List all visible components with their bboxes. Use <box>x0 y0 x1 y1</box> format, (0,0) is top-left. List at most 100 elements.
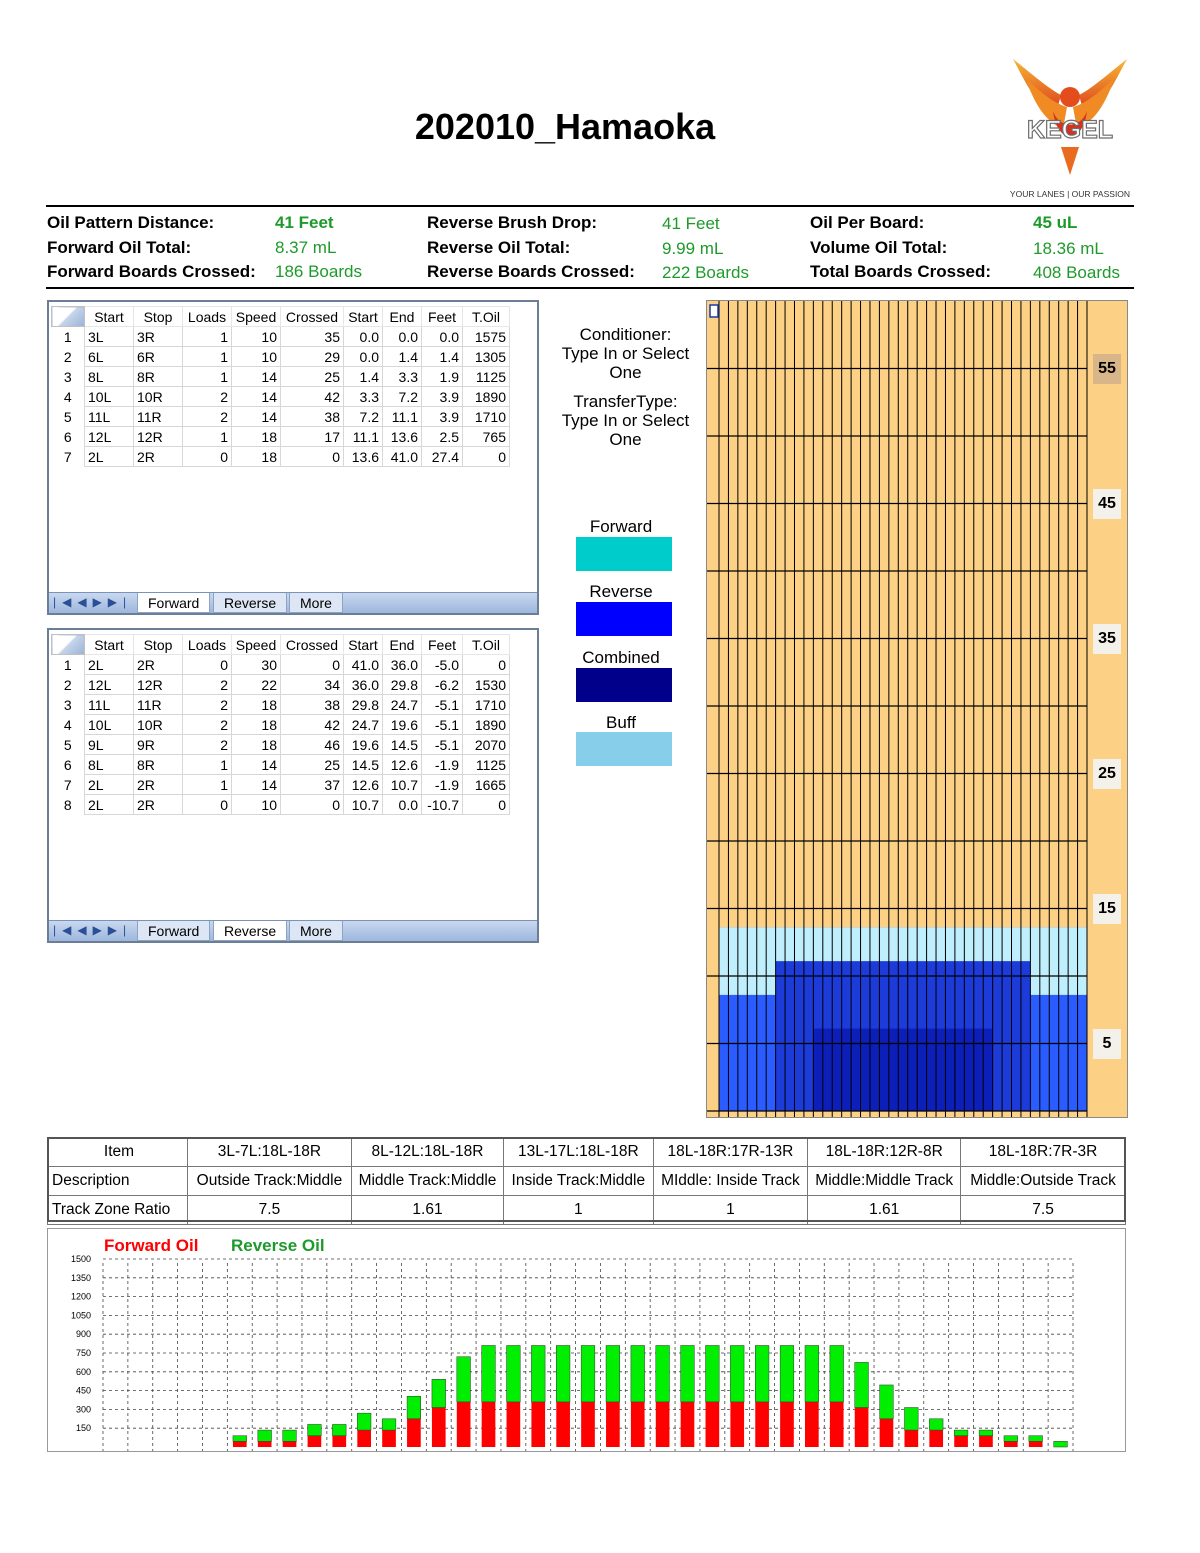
reverse-row[interactable]: 4 10L 10R 2 18 42 24.7 19.6 -5.1 1890 <box>51 714 510 735</box>
reverse-cell[interactable]: 0 <box>462 794 510 815</box>
forward-cell[interactable]: 3.9 <box>421 386 463 407</box>
forward-cell[interactable]: 11L <box>84 406 134 427</box>
reverse-cell[interactable]: -10.7 <box>421 794 463 815</box>
reverse-cell[interactable]: 2R <box>133 654 183 675</box>
reverse-cell[interactable]: 9R <box>133 734 183 755</box>
reverse-cell[interactable]: 14 <box>231 774 281 795</box>
forward-cell[interactable]: 2 <box>182 386 232 407</box>
reverse-cell[interactable]: 24.7 <box>343 714 383 735</box>
reverse-cell[interactable]: 10 <box>231 794 281 815</box>
forward-cell[interactable]: 11R <box>133 406 183 427</box>
reverse-cell[interactable]: 0 <box>462 654 510 675</box>
reverse-cell[interactable]: 0 <box>280 654 344 675</box>
reverse-cell[interactable]: 37 <box>280 774 344 795</box>
forward-cell[interactable]: 14 <box>231 386 281 407</box>
forward-cell[interactable]: 38 <box>280 406 344 427</box>
reverse-cell[interactable]: 29.8 <box>382 674 422 695</box>
forward-cell[interactable]: 2 <box>182 406 232 427</box>
sheet-nav-arrows-icon[interactable]: |◀◀▶▶| <box>53 595 132 609</box>
reverse-cell[interactable]: -1.9 <box>421 774 463 795</box>
forward-cell[interactable]: 10L <box>84 386 134 407</box>
reverse-cell[interactable]: 2L <box>84 654 134 675</box>
forward-cell[interactable]: 14 <box>231 366 281 387</box>
forward-cell[interactable]: 18 <box>231 446 281 467</box>
reverse-cell[interactable]: 29.8 <box>343 694 383 715</box>
row-number[interactable]: 4 <box>51 714 85 735</box>
reverse-cell[interactable]: 1 <box>182 774 232 795</box>
forward-cell[interactable]: 27.4 <box>421 446 463 467</box>
row-number[interactable]: 6 <box>51 426 85 447</box>
forward-cell[interactable]: 1.4 <box>382 346 422 367</box>
reverse-cell[interactable]: 25 <box>280 754 344 775</box>
reverse-cell[interactable]: 2L <box>84 774 134 795</box>
forward-cell[interactable]: 8R <box>133 366 183 387</box>
reverse-cell[interactable]: 30 <box>231 654 281 675</box>
reverse-cell[interactable]: 0 <box>182 794 232 815</box>
forward-row[interactable]: 1 3L 3R 1 10 35 0.0 0.0 0.0 1575 <box>51 326 510 347</box>
reverse-cell[interactable]: 0 <box>280 794 344 815</box>
forward-cell[interactable]: 3L <box>84 326 134 347</box>
forward-cell[interactable]: 3R <box>133 326 183 347</box>
forward-cell[interactable]: 1575 <box>462 326 510 347</box>
forward-row[interactable]: 7 2L 2R 0 18 0 13.6 41.0 27.4 0 <box>51 446 510 467</box>
forward-cell[interactable]: 11.1 <box>343 426 383 447</box>
reverse-cell[interactable]: 2R <box>133 794 183 815</box>
forward-cell[interactable]: 17 <box>280 426 344 447</box>
reverse-cell[interactable]: -5.0 <box>421 654 463 675</box>
reverse-row[interactable]: 7 2L 2R 1 14 37 12.6 10.7 -1.9 1665 <box>51 774 510 795</box>
reverse-cell[interactable]: 12.6 <box>343 774 383 795</box>
lane-marker-icon[interactable] <box>709 304 719 318</box>
reverse-cell[interactable]: 1530 <box>462 674 510 695</box>
forward-cell[interactable]: 1710 <box>462 406 510 427</box>
reverse-cell[interactable]: 2 <box>182 714 232 735</box>
forward-cell[interactable]: 12R <box>133 426 183 447</box>
forward-cell[interactable]: 11.1 <box>382 406 422 427</box>
tab-reverse[interactable]: Reverse <box>213 921 288 941</box>
forward-cell[interactable]: 18 <box>231 426 281 447</box>
tab-forward[interactable]: Forward <box>137 593 211 613</box>
reverse-cell[interactable]: 38 <box>280 694 344 715</box>
reverse-row[interactable]: 2 12L 12R 2 22 34 36.0 29.8 -6.2 1530 <box>51 674 510 695</box>
forward-row[interactable]: 4 10L 10R 2 14 42 3.3 7.2 3.9 1890 <box>51 386 510 407</box>
row-number[interactable]: 4 <box>51 386 85 407</box>
reverse-cell[interactable]: 18 <box>231 714 281 735</box>
forward-cell[interactable]: 13.6 <box>382 426 422 447</box>
forward-cell[interactable]: 3.9 <box>421 406 463 427</box>
forward-cell[interactable]: 1 <box>182 326 232 347</box>
reverse-cell[interactable]: 0 <box>182 654 232 675</box>
forward-cell[interactable]: 3.3 <box>343 386 383 407</box>
reverse-cell[interactable]: -5.1 <box>421 694 463 715</box>
reverse-cell[interactable]: 2 <box>182 734 232 755</box>
reverse-cell[interactable]: 36.0 <box>343 674 383 695</box>
forward-cell[interactable]: 0.0 <box>343 326 383 347</box>
row-number[interactable]: 6 <box>51 754 85 775</box>
reverse-cell[interactable]: 14 <box>231 754 281 775</box>
forward-cell[interactable]: 29 <box>280 346 344 367</box>
select-all-corner[interactable] <box>51 306 85 327</box>
row-number[interactable]: 2 <box>51 674 85 695</box>
forward-cell[interactable]: 6R <box>133 346 183 367</box>
forward-cell[interactable]: 10R <box>133 386 183 407</box>
reverse-cell[interactable]: -5.1 <box>421 714 463 735</box>
forward-cell[interactable]: 1 <box>182 426 232 447</box>
reverse-cell[interactable]: 18 <box>231 734 281 755</box>
reverse-cell[interactable]: 1710 <box>462 694 510 715</box>
reverse-cell[interactable]: -5.1 <box>421 734 463 755</box>
reverse-cell[interactable]: 12L <box>84 674 134 695</box>
reverse-cell[interactable]: 2 <box>182 674 232 695</box>
row-number[interactable]: 2 <box>51 346 85 367</box>
transfer-type-selector[interactable]: TransferType: Type In or Select One <box>548 392 703 449</box>
reverse-cell[interactable]: 46 <box>280 734 344 755</box>
reverse-row[interactable]: 5 9L 9R 2 18 46 19.6 14.5 -5.1 2070 <box>51 734 510 755</box>
tab-forward[interactable]: Forward <box>137 921 211 941</box>
forward-cell[interactable]: 7.2 <box>382 386 422 407</box>
reverse-cell[interactable]: 2 <box>182 694 232 715</box>
reverse-cell[interactable]: 19.6 <box>382 714 422 735</box>
reverse-cell[interactable]: 42 <box>280 714 344 735</box>
reverse-cell[interactable]: 10L <box>84 714 134 735</box>
forward-cell[interactable]: 41.0 <box>382 446 422 467</box>
forward-row[interactable]: 6 12L 12R 1 18 17 11.1 13.6 2.5 765 <box>51 426 510 447</box>
tab-reverse[interactable]: Reverse <box>213 593 288 613</box>
reverse-cell[interactable]: 19.6 <box>343 734 383 755</box>
reverse-cell[interactable]: 18 <box>231 694 281 715</box>
